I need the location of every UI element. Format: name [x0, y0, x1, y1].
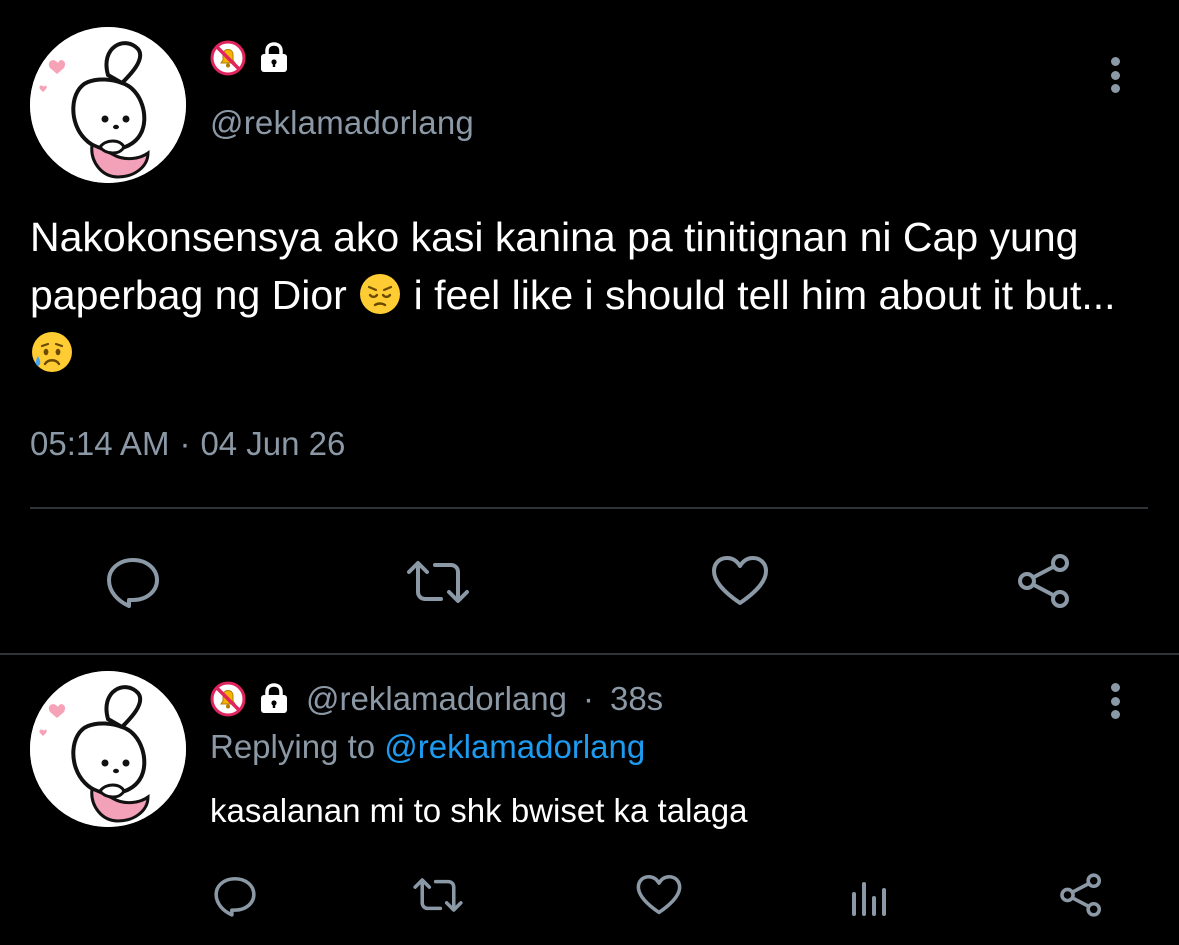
divider: [0, 653, 1179, 655]
more-options-icon[interactable]: [1100, 57, 1130, 93]
account-badges: [210, 40, 292, 76]
reply-age: 38s: [609, 680, 664, 717]
like-button[interactable]: [711, 555, 769, 607]
muted-bell-icon: [210, 40, 246, 76]
analytics-button[interactable]: [850, 874, 890, 916]
like-button[interactable]: [636, 874, 682, 916]
retweet-icon: [407, 561, 469, 603]
tweet-text: Nakokonsensya ako kasi kanina pa tinitig…: [30, 208, 1150, 382]
share-button[interactable]: [1058, 872, 1104, 918]
tweet-text-part2: i feel like i should tell him about it b…: [402, 272, 1116, 318]
share-icon: [1060, 873, 1102, 917]
like-icon: [636, 874, 682, 915]
muted-bell-icon: [210, 681, 246, 717]
timestamp-separator: ·: [179, 425, 191, 462]
reply-author-handle[interactable]: @reklamadorlang: [306, 680, 567, 718]
like-icon: [712, 556, 768, 605]
retweet-button[interactable]: [405, 558, 471, 606]
reply-icon: [107, 558, 159, 608]
reply-header: @reklamadorlang · 38s: [210, 680, 663, 718]
retweet-button[interactable]: [412, 876, 464, 914]
reply-button[interactable]: [213, 875, 257, 917]
replying-to: Replying to @reklamadorlang: [210, 728, 645, 766]
divider: [30, 507, 1148, 509]
author-handle[interactable]: @reklamadorlang: [210, 104, 474, 142]
share-button[interactable]: [1015, 553, 1073, 609]
pochacco-avatar-image: [30, 27, 186, 183]
avatar[interactable]: [30, 671, 186, 827]
tweet-time: 05:14 AM: [30, 425, 170, 462]
replying-to-mention[interactable]: @reklamadorlang: [384, 728, 645, 765]
reply-button[interactable]: [105, 556, 161, 608]
lock-icon: [261, 42, 287, 72]
reply-text: kasalanan mi to shk bwiset ka talaga: [210, 792, 748, 829]
share-icon: [1018, 554, 1069, 608]
tweet-detail-page: @reklamadorlang Nakokonsensya ako kasi k…: [0, 0, 1179, 945]
reply-icon: [214, 876, 256, 917]
avatar[interactable]: [30, 27, 186, 183]
tweet-timestamp[interactable]: 05:14 AM · 04 Jun 26: [30, 425, 345, 463]
pensive-face-emoji: [358, 272, 402, 316]
lock-icon: [261, 683, 287, 713]
analytics-icon: [852, 882, 886, 916]
tweet-date: 04 Jun 26: [200, 425, 346, 462]
sad-but-relieved-face-emoji: [30, 330, 74, 374]
replying-to-prefix: Replying to: [210, 728, 385, 765]
reply-separator: ·: [582, 680, 594, 717]
retweet-icon: [413, 878, 463, 912]
more-options-icon[interactable]: [1100, 683, 1130, 719]
pochacco-avatar-image: [30, 671, 186, 827]
